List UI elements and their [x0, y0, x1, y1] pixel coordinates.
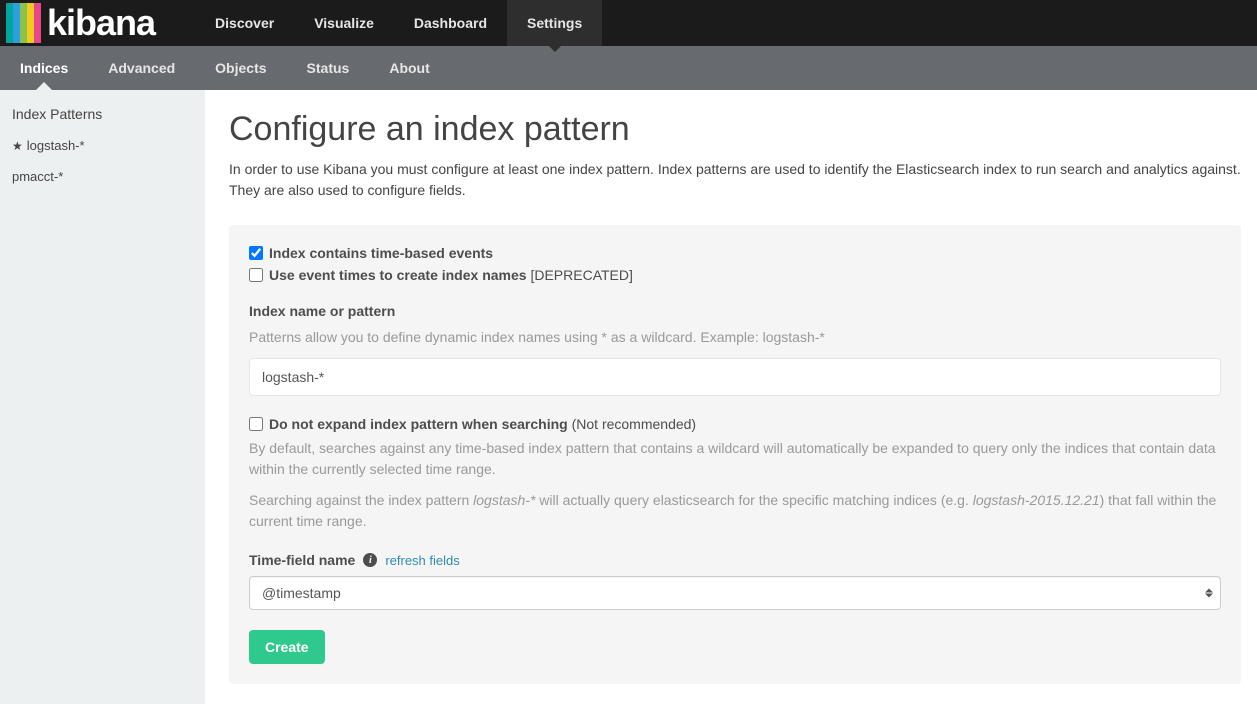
- index-name-label: Index name or pattern: [249, 303, 1221, 319]
- config-panel: Index contains time-based events Use eve…: [229, 225, 1241, 684]
- time-based-row: Index contains time-based events: [249, 245, 1221, 261]
- page-description: In order to use Kibana you must configur…: [229, 159, 1241, 201]
- sidebar-item-logstash[interactable]: ★ logstash-*: [0, 130, 205, 161]
- top-nav: kibana Discover Visualize Dashboard Sett…: [0, 0, 1257, 46]
- info-icon[interactable]: i: [363, 553, 377, 567]
- deprecated-badge: [DEPRECATED]: [530, 267, 632, 283]
- event-times-row: Use event times to create index names [D…: [249, 267, 1221, 283]
- time-field-select-wrap: @timestamp: [249, 576, 1221, 610]
- topnav-items: Discover Visualize Dashboard Settings: [195, 0, 602, 46]
- topnav-visualize[interactable]: Visualize: [294, 0, 394, 46]
- subnav-objects[interactable]: Objects: [195, 46, 286, 90]
- index-name-help: Patterns allow you to define dynamic ind…: [249, 327, 1221, 348]
- sidebar-item-pmacct[interactable]: pmacct-*: [0, 161, 205, 192]
- subnav-advanced[interactable]: Advanced: [88, 46, 195, 90]
- logo-text: kibana: [47, 3, 155, 43]
- topnav-discover[interactable]: Discover: [195, 0, 294, 46]
- time-field-row: Time-field name i refresh fields: [249, 552, 1221, 568]
- main-content: Configure an index pattern In order to u…: [205, 90, 1257, 704]
- time-field-select[interactable]: @timestamp: [249, 576, 1221, 610]
- no-expand-row: Do not expand index pattern when searchi…: [249, 416, 1221, 432]
- no-expand-checkbox[interactable]: [249, 417, 263, 431]
- sub-nav: Indices Advanced Objects Status About: [0, 46, 1257, 90]
- time-based-checkbox[interactable]: [249, 246, 263, 260]
- no-expand-help1: By default, searches against any time-ba…: [249, 438, 1221, 480]
- subnav-indices[interactable]: Indices: [0, 46, 88, 90]
- sidebar-item-label: logstash-*: [27, 138, 85, 153]
- refresh-fields-link[interactable]: refresh fields: [385, 553, 459, 568]
- topnav-settings[interactable]: Settings: [507, 0, 602, 46]
- sidebar: Index Patterns ★ logstash-* pmacct-*: [0, 90, 205, 704]
- sidebar-item-label: pmacct-*: [12, 169, 63, 184]
- event-times-label[interactable]: Use event times to create index names [D…: [269, 267, 633, 283]
- time-field-label: Time-field name: [249, 552, 355, 568]
- subnav-status[interactable]: Status: [287, 46, 370, 90]
- logo-stripes-icon: [6, 3, 41, 43]
- event-times-checkbox[interactable]: [249, 268, 263, 282]
- not-recommended-text: (Not recommended): [572, 416, 697, 432]
- index-name-input[interactable]: [249, 358, 1221, 396]
- no-expand-help2: Searching against the index pattern logs…: [249, 490, 1221, 532]
- sidebar-header: Index Patterns: [0, 98, 205, 130]
- subnav-about[interactable]: About: [369, 46, 449, 90]
- create-button[interactable]: Create: [249, 630, 325, 664]
- logo[interactable]: kibana: [0, 0, 165, 46]
- star-icon: ★: [12, 139, 23, 153]
- page-title: Configure an index pattern: [229, 110, 1241, 149]
- topnav-dashboard[interactable]: Dashboard: [394, 0, 507, 46]
- time-based-label[interactable]: Index contains time-based events: [269, 245, 493, 261]
- no-expand-label[interactable]: Do not expand index pattern when searchi…: [269, 416, 696, 432]
